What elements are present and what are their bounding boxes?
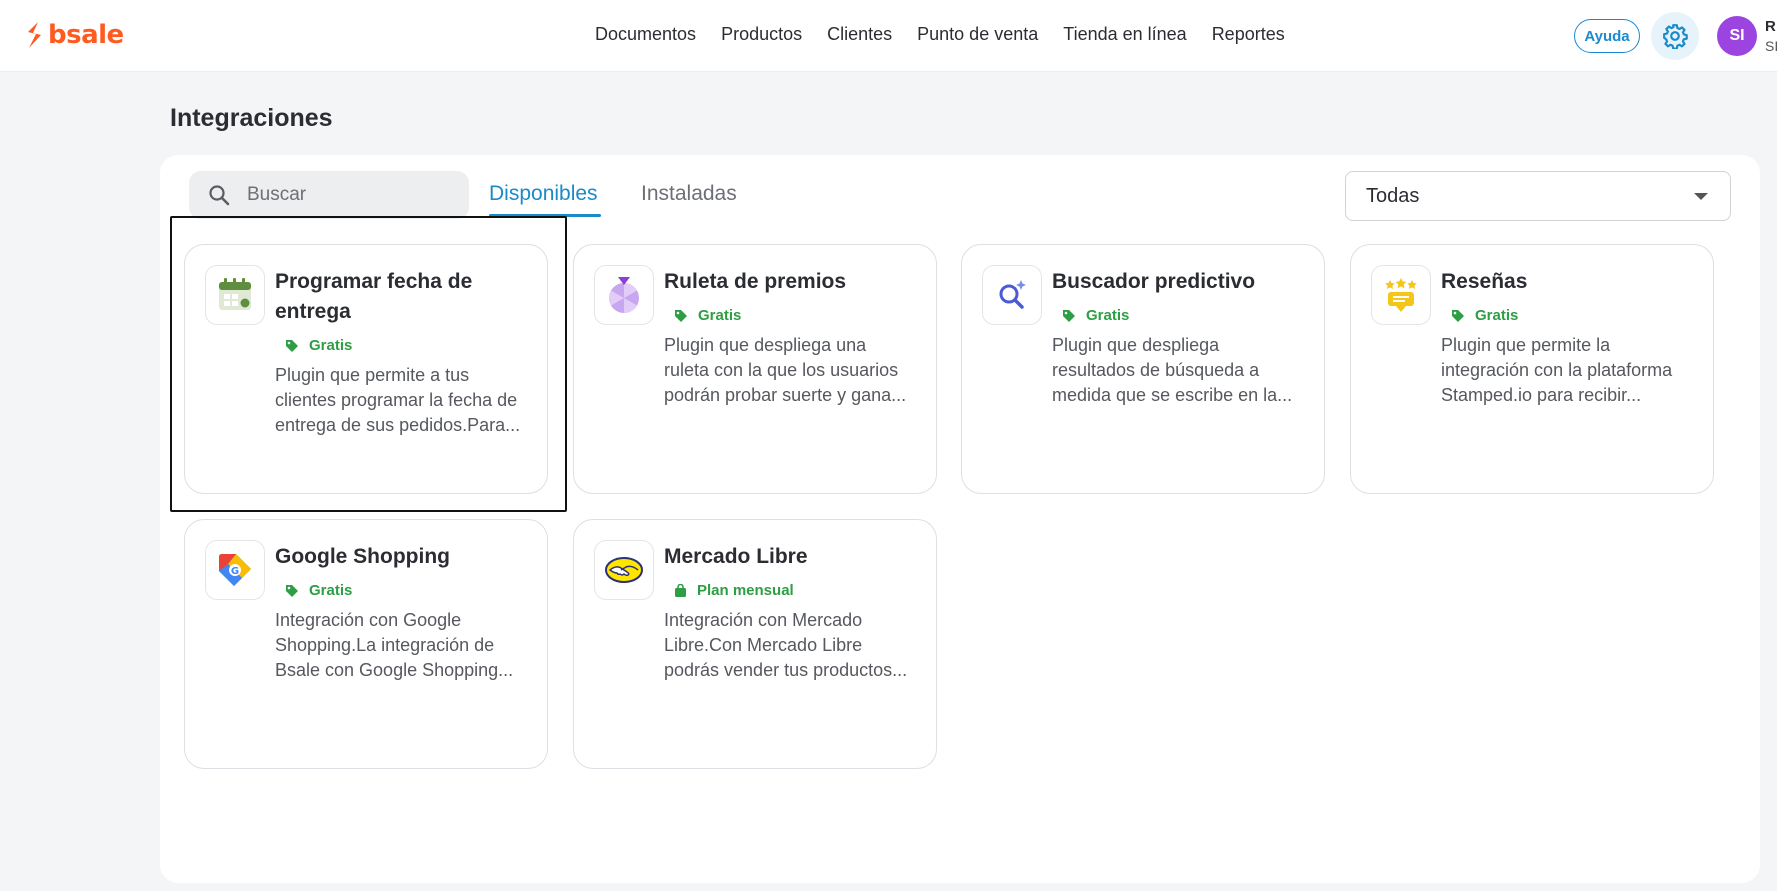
plugin-description: Plugin que despliega resultados de búsqu… [1052,333,1312,408]
nav-item-reportes[interactable]: Reportes [1212,24,1285,45]
plugin-description: Plugin que despliega una ruleta con la q… [664,333,924,408]
description-line: entrega de sus pedidos.Para... [275,415,521,435]
price-badge: Gratis [285,337,352,354]
plugin-description: Plugin que permite la integración con la… [1441,333,1701,408]
settings-button[interactable] [1651,12,1699,60]
plugin-description: Integración con Mercado Libre.Con Mercad… [664,608,924,683]
price-badge-label: Plan mensual [697,582,794,599]
nav-item-tienda-en-linea[interactable]: Tienda en línea [1063,24,1186,45]
tag-icon [1452,309,1464,322]
description-line: ruleta con la que los usuarios [664,360,899,380]
tag-icon [286,584,298,597]
price-badge-label: Gratis [1475,307,1519,324]
plugin-title: Programar fecha de entrega [275,267,535,327]
tag-icon [1063,309,1075,322]
user-role: SI [1765,38,1777,54]
plugin-title-line: Programar fecha de [275,270,473,293]
description-line: podrás vender tus productos... [664,660,908,680]
gear-icon [1663,24,1688,49]
description-line: Plugin que permite la [1441,335,1611,355]
price-badge-label: Gratis [309,337,353,354]
category-filter-select[interactable]: Todas [1345,171,1731,221]
description-line: Plugin que despliega una [664,335,867,355]
tab-instaladas[interactable]: Instaladas [641,182,737,206]
plugin-title: Mercado Libre [664,545,808,568]
price-badge-label: Gratis [698,307,742,324]
page-title: Integraciones [170,104,333,132]
bsale-logo[interactable]: bsale [24,20,124,50]
price-badge-label: Gratis [309,582,353,599]
reviews-stars-icon [1371,265,1431,325]
description-line: Plugin que permite a tus [275,365,470,385]
price-badge: Gratis [674,307,741,324]
predictive-search-icon [982,265,1042,325]
plugin-card-google-shopping[interactable]: G Google Shopping Gratis Integración con… [184,519,548,769]
price-badge: Plan mensual [674,582,794,599]
plugin-card-mercado-libre[interactable]: Mercado Libre Plan mensual Integración c… [573,519,937,769]
description-line: Bsale con Google Shopping... [275,660,514,680]
plugin-title: Reseñas [1441,270,1528,293]
tag-icon [675,309,687,322]
chevron-down-icon [1694,193,1708,200]
nav-item-clientes[interactable]: Clientes [827,24,892,45]
price-badge: Gratis [1451,307,1518,324]
avatar[interactable]: SI [1717,16,1757,56]
description-line: clientes programar la fecha de [275,390,518,410]
description-line: Integración con Mercado [664,610,863,630]
plugin-card-resenas[interactable]: Reseñas Gratis Plugin que permite la int… [1350,244,1714,494]
tag-icon [286,339,298,352]
shopping-bag-icon [675,583,686,597]
bsale-logo-icon [28,22,41,48]
plugin-card-ruleta-premios[interactable]: Ruleta de premios Gratis Plugin que desp… [573,244,937,494]
active-tab-indicator [489,214,601,217]
help-button[interactable]: Ayuda [1574,19,1640,53]
search-box[interactable] [189,171,469,219]
plugin-card-buscador-predictivo[interactable]: Buscador predictivo Gratis Plugin que de… [961,244,1325,494]
plugin-description: Integración con Google Shopping.La integ… [275,608,535,683]
brand-name: bsale [48,20,124,50]
main-nav: Documentos Productos Clientes Punto de v… [595,24,1310,45]
description-line: Integración con Google [275,610,462,630]
description-line: medida que se escribe en la... [1052,385,1293,405]
price-badge: Gratis [285,582,352,599]
top-bar: bsale Documentos Productos Clientes Punt… [0,0,1777,72]
plugin-title: Google Shopping [275,545,450,568]
plugin-title: Ruleta de premios [664,270,847,293]
nav-item-punto-de-venta[interactable]: Punto de venta [917,24,1038,45]
nav-item-productos[interactable]: Productos [721,24,802,45]
nav-item-documentos[interactable]: Documentos [595,24,696,45]
search-input[interactable] [247,184,447,206]
description-line: Libre.Con Mercado Libre [664,635,863,655]
tab-disponibles[interactable]: Disponibles [489,182,598,206]
user-name: R [1765,18,1776,35]
plugin-title: Buscador predictivo [1052,270,1256,293]
mercado-libre-icon [594,540,654,600]
prize-wheel-icon [594,265,654,325]
svg-text:G: G [231,566,239,577]
plugin-title-line: entrega [275,300,351,323]
description-line: resultados de búsqueda a [1052,360,1260,380]
description-line: Stamped.io para recibir... [1441,385,1642,405]
price-badge-label: Gratis [1086,307,1130,324]
calendar-icon [205,265,265,325]
plugin-description: Plugin que permite a tus clientes progra… [275,363,535,438]
price-badge: Gratis [1062,307,1129,324]
description-line: podrán probar suerte y gana... [664,385,907,405]
description-line: integración con la plataforma [1441,360,1673,380]
plugin-card-programar-fecha[interactable]: Programar fecha de entrega Gratis Plugin… [184,244,548,494]
description-line: Plugin que despliega [1052,335,1220,355]
google-shopping-icon: G [205,540,265,600]
search-icon [205,181,233,209]
category-filter-value: Todas [1366,184,1420,207]
description-line: Shopping.La integración de [275,635,495,655]
